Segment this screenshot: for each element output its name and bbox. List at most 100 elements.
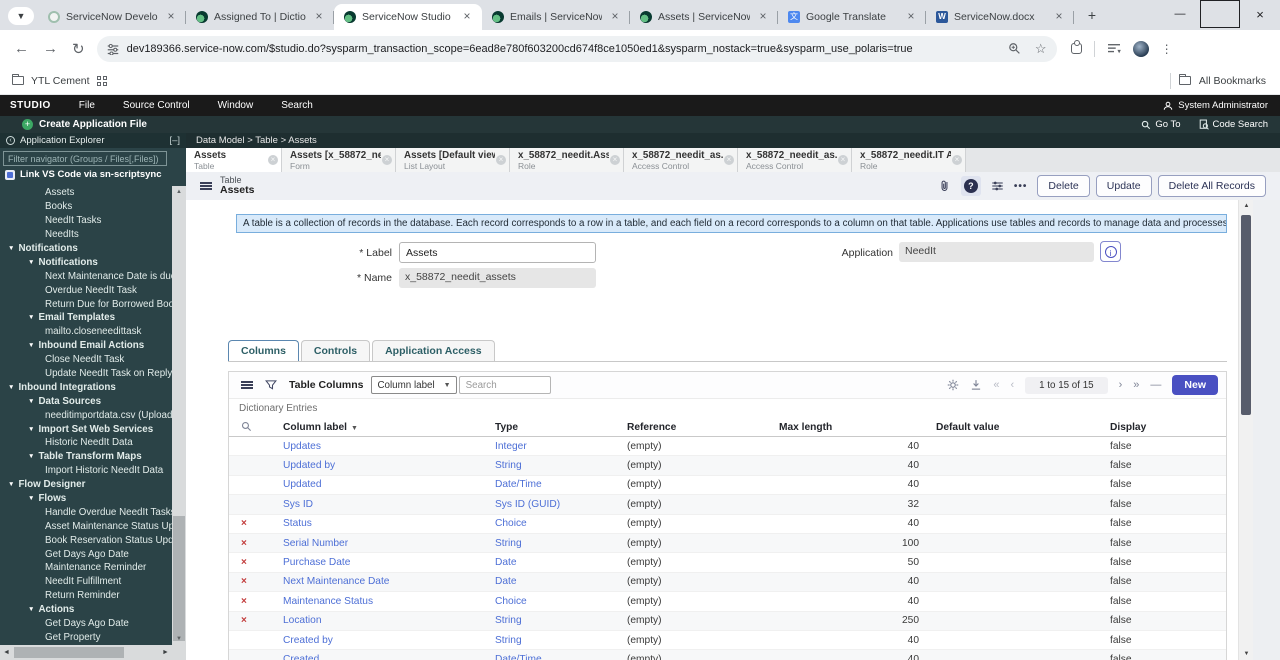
delete-column-icon[interactable]: × [229,576,281,587]
editor-tab[interactable]: x_58872_needit.Ass...Role × [510,148,624,172]
first-page-icon[interactable]: « [993,379,999,391]
close-tab-icon[interactable]: × [1052,10,1066,24]
collapse-circle-icon[interactable]: ‹ [6,136,15,145]
column-header-type[interactable]: Type [493,422,625,433]
tree-leaf[interactable]: Books [0,200,172,214]
close-tab-icon[interactable]: × [724,155,734,165]
close-tab-icon[interactable]: × [838,155,848,165]
extensions-icon[interactable] [1070,40,1082,54]
scroll-down-icon[interactable]: ▼ [1239,648,1254,660]
tree-leaf[interactable]: Get Property [0,631,172,645]
type-link[interactable]: Date/Time [493,479,625,490]
editor-tab[interactable]: x_58872_needit_as... Access Control × [624,148,738,172]
filter-icon[interactable] [265,379,277,391]
delete-column-icon[interactable]: × [229,557,281,568]
column-label-link[interactable]: Updated [281,479,493,490]
last-page-icon[interactable]: » [1133,379,1139,391]
close-tab-icon[interactable]: × [460,10,474,24]
tab-controls[interactable]: Controls [300,340,371,362]
sidebar-horizontal-scrollbar[interactable]: ◄ ► [0,645,186,660]
editor-tab[interactable]: x_58872_needit_as... Access Control × [738,148,852,172]
code-search-button[interactable]: Code Search [1199,119,1268,130]
type-link[interactable]: Integer [493,441,625,452]
form-context-menu-icon[interactable] [200,182,212,190]
delete-column-icon[interactable]: × [229,518,281,529]
sidebar-vertical-scrollbar[interactable]: ▲ ▼ [172,186,186,645]
column-label-link[interactable]: Location [281,615,493,626]
search-column-select[interactable]: Column label ▼ [371,376,457,394]
label-field-input[interactable] [399,242,596,263]
column-label-link[interactable]: Purchase Date [281,557,493,568]
side-panel-icon[interactable] [1107,43,1121,55]
minimize-button[interactable]: — [1160,0,1200,28]
delete-button[interactable]: Delete [1037,175,1090,197]
site-settings-icon[interactable] [107,43,119,55]
column-label-link[interactable]: Serial Number [281,538,493,549]
browser-tab[interactable]: Emails | ServiceNow × [482,4,630,30]
type-link[interactable]: Date [493,557,625,568]
attachment-icon[interactable] [938,179,951,193]
tree-leaf[interactable]: NeedIt Tasks [0,214,172,228]
column-header-display[interactable]: Display [1105,422,1226,433]
tree-expand-icon[interactable]: ▼ [28,453,34,460]
new-column-button[interactable]: New [1172,375,1218,395]
delete-column-icon[interactable]: × [229,596,281,607]
close-tab-icon[interactable]: × [164,10,178,24]
close-window-button[interactable]: × [1240,0,1280,28]
scroll-up-icon[interactable]: ▲ [172,186,186,198]
browser-menu-icon[interactable]: ⋮ [1161,42,1173,56]
tree-leaf[interactable]: Update NeedIt Task on Reply [0,367,172,381]
tree-expand-icon[interactable]: ▼ [8,245,14,252]
tree-leaf[interactable]: Maintenance Reminder [0,561,172,575]
zoom-icon[interactable] [1008,42,1021,55]
menu-window[interactable]: Window [218,100,254,111]
tree-expand-icon[interactable]: ▼ [28,342,34,349]
tree-group[interactable]: ▼ Notifications [0,242,172,256]
tree-expand-icon[interactable]: ▼ [28,426,34,433]
tree-leaf[interactable]: Return Reminder [0,589,172,603]
delete-all-records-button[interactable]: Delete All Records [1157,175,1266,197]
scrollbar-thumb[interactable] [14,647,124,658]
tree-group[interactable]: ▼ Data Sources [0,394,172,408]
close-tab-icon[interactable]: × [904,10,918,24]
back-button[interactable]: ← [14,40,29,57]
tree-leaf[interactable]: mailto.closeneedittask [0,325,172,339]
column-header-max-length[interactable]: Max length [777,422,931,433]
type-link[interactable]: String [493,635,625,646]
scroll-down-icon[interactable]: ▼ [172,633,186,645]
column-label-link[interactable]: Updated by [281,460,493,471]
tree-leaf[interactable]: Handle Overdue NeedIt Tasks [0,505,172,519]
create-application-file-button[interactable]: Create Application File [39,119,147,130]
explorer-collapse-button[interactable]: [–] [169,135,180,146]
scroll-left-icon[interactable]: ◄ [0,645,13,660]
editor-tab[interactable]: Assets [Default view] List Layout × [396,148,510,172]
list-search-input[interactable] [458,376,551,394]
delete-column-icon[interactable]: × [229,538,281,549]
bookmark-star-icon[interactable]: ☆ [1035,41,1047,57]
profile-avatar[interactable] [1132,40,1149,57]
close-tab-icon[interactable]: × [952,155,962,165]
update-button[interactable]: Update [1095,175,1152,197]
type-link[interactable]: String [493,538,625,549]
column-header-default-value[interactable]: Default value [931,422,1105,433]
tree-group[interactable]: ▼ Flow Designer [0,478,172,492]
previous-page-icon[interactable]: ‹ [1010,379,1014,391]
browser-tab[interactable]: Assigned To | Diction × [186,4,334,30]
help-icon[interactable]: ? [960,176,981,196]
delete-column-icon[interactable]: × [229,615,281,626]
tree-leaf[interactable]: Historic NeedIt Data [0,436,172,450]
scrollbar-thumb[interactable] [173,516,185,641]
column-label-link[interactable]: Maintenance Status [281,596,493,607]
editor-tab[interactable]: Assets Table × [186,148,282,172]
tree-leaf[interactable]: Overdue NeedIt Task [0,283,172,297]
menu-file[interactable]: File [79,100,95,111]
editor-tab[interactable]: Assets [x_58872_ne...Form × [282,148,396,172]
tab-search-button[interactable]: ▼ [8,7,34,25]
column-header-label[interactable]: Column label ▼ [281,422,493,433]
editor-tab[interactable]: x_58872_needit.IT A...Role × [852,148,966,172]
scrollbar-thumb[interactable] [1241,215,1251,415]
tree-leaf[interactable]: Book Reservation Status Update [0,533,172,547]
tree-group[interactable]: ▼ Actions [0,603,172,617]
browser-tab[interactable]: 文 Google Translate × [778,4,926,30]
go-to-button[interactable]: Go To [1141,119,1181,130]
